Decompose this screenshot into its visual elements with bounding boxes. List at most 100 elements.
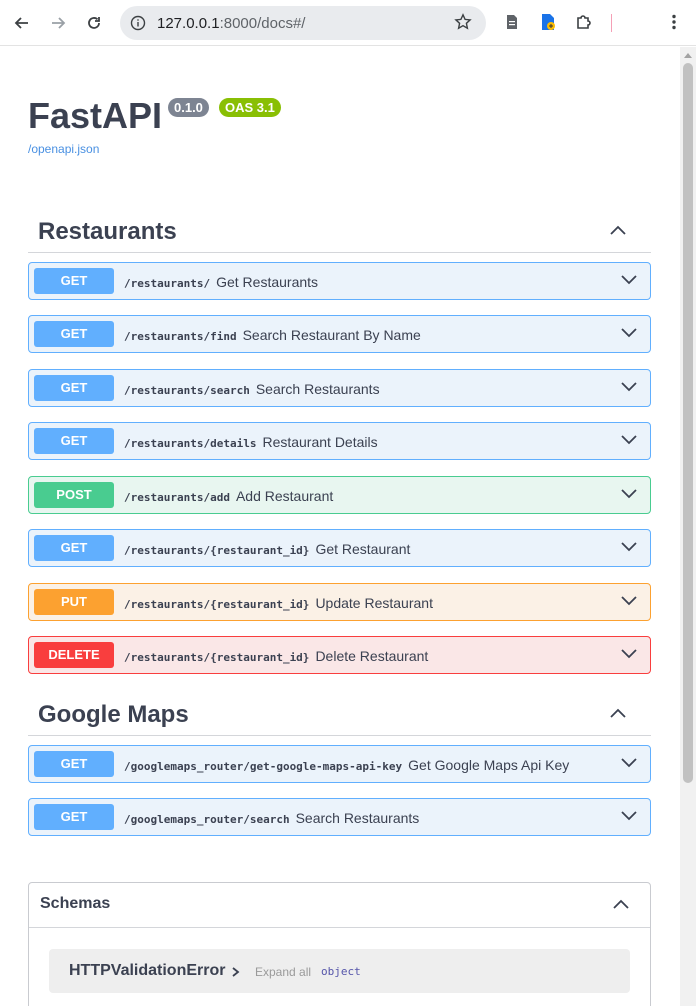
operation-path: /restaurants/details Restaurant Details (124, 434, 378, 450)
path-text: /restaurants/{restaurant_id} (124, 651, 310, 664)
schemas-section: Schemas HTTPValidationError Expand all o… (28, 882, 651, 1006)
vertical-scrollbar[interactable] (680, 47, 696, 1006)
chevron-up-icon[interactable] (612, 897, 630, 915)
forward-arrow-icon (52, 17, 66, 29)
url-text[interactable]: 127.0.0.1:8000/docs#/ (157, 15, 305, 32)
chevron-down-icon[interactable] (620, 273, 638, 291)
chevron-up-icon[interactable] (609, 706, 627, 724)
chevron-down-icon[interactable] (620, 756, 638, 774)
scroll-up-arrow-icon[interactable] (684, 53, 692, 58)
operation-summary: Delete Restaurant (315, 648, 429, 664)
chevron-down-icon[interactable] (620, 487, 638, 505)
path-text: /restaurants/add (124, 491, 230, 504)
method-badge: POST (34, 482, 114, 508)
operation-summary: Search Restaurants (295, 810, 420, 826)
operation-path: /restaurants/add Add Restaurant (124, 488, 333, 504)
operation-get-restaurants-find[interactable]: GET /restaurants/find Search Restaurant B… (28, 315, 651, 353)
browser-toolbar: 127.0.0.1:8000/docs#/ (0, 0, 696, 46)
operation-get-google-maps-api-key[interactable]: GET /googlemaps_router/get-google-maps-a… (28, 745, 651, 783)
operation-path: /restaurants/search Search Restaurants (124, 381, 380, 397)
operation-path: /restaurants/{restaurant_id} Delete Resta… (124, 648, 428, 664)
chevron-down-icon[interactable] (620, 326, 638, 344)
operation-post-restaurants-add[interactable]: POST /restaurants/add Add Restaurant (28, 476, 651, 514)
method-badge: GET (34, 428, 114, 454)
operation-path: /googlemaps_router/search Search Restaura… (124, 810, 419, 826)
bookmark-star-icon[interactable] (454, 13, 472, 36)
extensions-puzzle-icon[interactable] (572, 10, 596, 34)
operation-path: /restaurants/Get Restaurants (124, 274, 318, 290)
document-extension-icon[interactable] (500, 10, 524, 34)
path-text: /restaurants/search (124, 384, 250, 397)
back-arrow-icon (14, 17, 28, 29)
operation-path: /restaurants/{restaurant_id} Update Resta… (124, 595, 433, 611)
model-item[interactable]: HTTPValidationError Expand all object (49, 949, 630, 993)
tag-title: Google Maps (38, 701, 189, 728)
chevron-down-icon[interactable] (620, 433, 638, 451)
method-badge: GET (34, 268, 114, 294)
reload-button[interactable] (80, 9, 108, 37)
oas-badge: OAS 3.1 (219, 98, 281, 117)
operation-delete-restaurant[interactable]: DELETE /restaurants/{restaurant_id} Delet… (28, 636, 651, 674)
path-text: /googlemaps_router/get-google-maps-api-k… (124, 760, 403, 773)
operation-put-restaurant[interactable]: PUT /restaurants/{restaurant_id} Update R… (28, 583, 651, 621)
chevron-down-icon[interactable] (620, 540, 638, 558)
forward-button[interactable] (44, 9, 72, 37)
method-badge: GET (34, 804, 114, 830)
schemas-title: Schemas (40, 895, 111, 912)
tag-header-google-maps[interactable]: Google Maps (28, 692, 651, 736)
operation-summary: Add Restaurant (235, 488, 334, 504)
path-text: /restaurants/{restaurant_id} (124, 544, 310, 557)
operation-path: /restaurants/find Search Restaurant By Na… (124, 327, 421, 343)
operation-summary: Get Restaurant (315, 541, 411, 557)
operation-summary: Get Google Maps Api Key (408, 757, 570, 773)
chevron-down-icon[interactable] (620, 380, 638, 398)
url-path: :8000/docs#/ (219, 15, 306, 32)
chevron-right-icon[interactable] (231, 965, 240, 983)
operation-get-restaurants-search[interactable]: GET /restaurants/search Search Restaurant… (28, 369, 651, 407)
toolbar-divider (611, 14, 612, 32)
page-title: FastAPI (28, 95, 163, 136)
path-text: /restaurants/ (124, 277, 211, 290)
operation-path: /restaurants/{restaurant_id} Get Restaura… (124, 541, 410, 557)
page-content: FastAPI 0.1.0 OAS 3.1 /openapi.json Rest… (0, 47, 680, 1006)
model-name[interactable]: HTTPValidationError (69, 962, 225, 980)
site-info-icon[interactable] (128, 13, 148, 33)
chevron-up-icon[interactable] (609, 223, 627, 241)
operation-get-restaurant-by-id[interactable]: GET /restaurants/{restaurant_id} Get Rest… (28, 529, 651, 567)
operation-get-googlemaps-search[interactable]: GET /googlemaps_router/search Search Rest… (28, 798, 651, 836)
tag-header-restaurants[interactable]: Restaurants (28, 209, 651, 253)
method-badge: DELETE (34, 642, 114, 668)
method-badge: GET (34, 321, 114, 347)
url-host: 127.0.0.1 (157, 15, 220, 32)
operation-summary: Search Restaurants (255, 381, 380, 397)
back-button[interactable] (8, 9, 36, 37)
address-bar[interactable]: 127.0.0.1:8000/docs#/ (120, 6, 486, 40)
tag-title: Restaurants (38, 218, 177, 245)
chevron-down-icon[interactable] (620, 594, 638, 612)
path-text: /restaurants/{restaurant_id} (124, 598, 310, 611)
openapi-json-link[interactable]: /openapi.json (28, 142, 99, 156)
operation-summary: Get Restaurants (216, 274, 319, 290)
model-type: object (321, 965, 361, 978)
operation-summary: Restaurant Details (262, 434, 378, 450)
schemas-header[interactable]: Schemas (29, 883, 650, 928)
method-badge: GET (34, 751, 114, 777)
version-badge: 0.1.0 (168, 98, 209, 117)
operation-path: /googlemaps_router/get-google-maps-api-k… (124, 757, 569, 773)
chevron-down-icon[interactable] (620, 809, 638, 827)
expand-all-link[interactable]: Expand all (255, 965, 311, 979)
chevron-down-icon[interactable] (620, 647, 638, 665)
operation-get-restaurants-details[interactable]: GET /restaurants/details Restaurant Detai… (28, 422, 651, 460)
operation-get-restaurants[interactable]: GET /restaurants/Get Restaurants (28, 262, 651, 300)
reload-icon (88, 17, 100, 29)
operation-summary: Search Restaurant By Name (242, 327, 421, 343)
colorful-extension-icon[interactable] (536, 10, 560, 34)
path-text: /restaurants/find (124, 330, 237, 343)
scrollbar-thumb[interactable] (683, 63, 693, 783)
method-badge: PUT (34, 589, 114, 615)
path-text: /restaurants/details (124, 437, 257, 450)
method-badge: GET (34, 375, 114, 401)
path-text: /googlemaps_router/search (124, 813, 290, 826)
method-badge: GET (34, 535, 114, 561)
more-menu-icon[interactable] (662, 10, 686, 34)
